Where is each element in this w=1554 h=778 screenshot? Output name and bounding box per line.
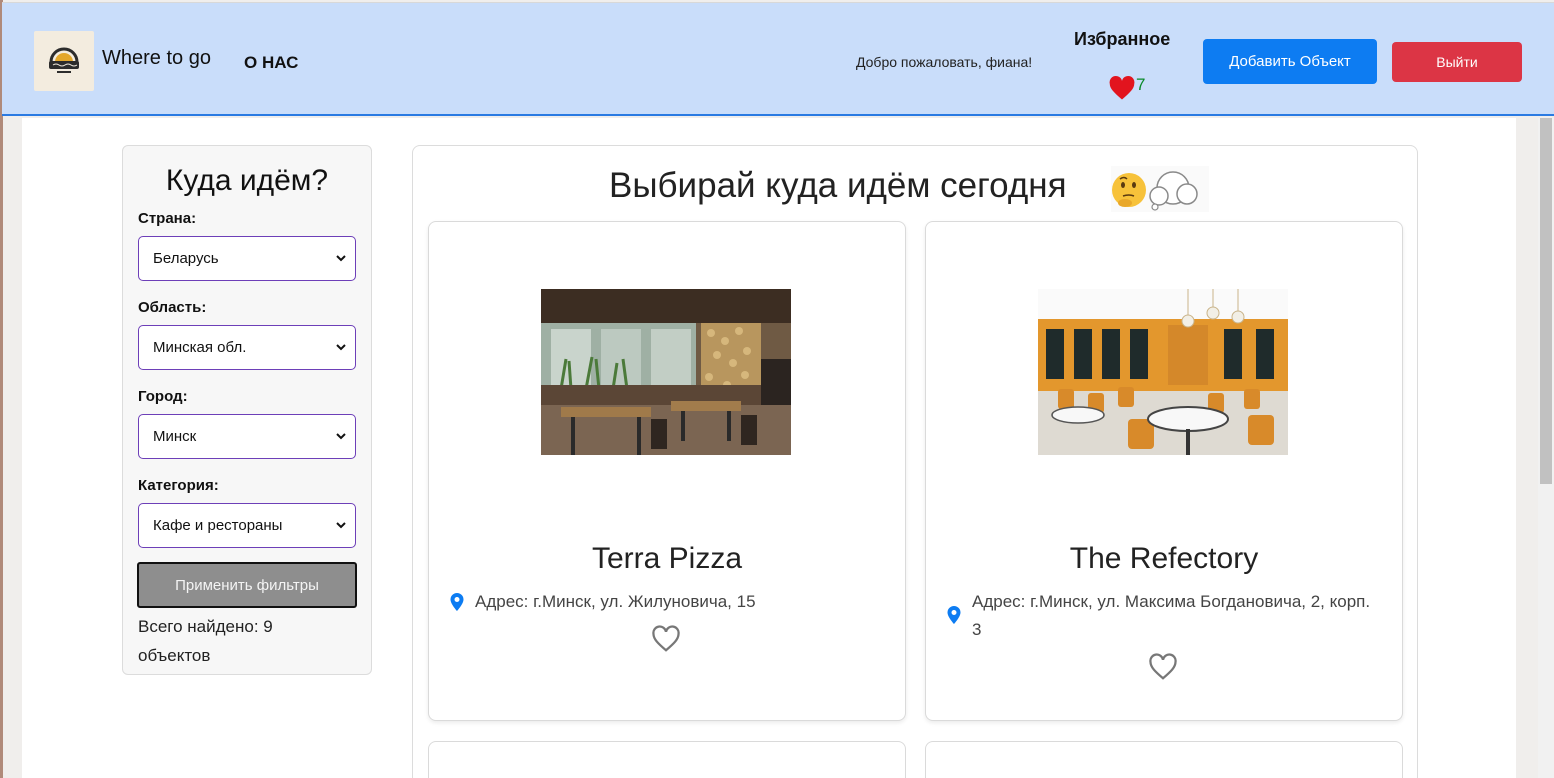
region-select-value: Минская обл.: [153, 339, 247, 356]
favorites-count: 7: [1136, 75, 1146, 94]
thought-bubble-icon: [1149, 171, 1198, 211]
restaurant-photo-image: [541, 289, 791, 455]
region-select[interactable]: Минская обл.: [138, 325, 356, 370]
place-name[interactable]: Terra Pizza: [429, 542, 905, 576]
place-photo[interactable]: [541, 289, 791, 455]
thinking-emoji: [1111, 166, 1209, 212]
filter-sidebar: Куда идём? Страна: Беларусь Область: Мин…: [122, 145, 372, 675]
chevron-down-icon: [336, 255, 346, 262]
heart-outline-icon[interactable]: [651, 625, 681, 653]
restaurant-photo-image: [1038, 289, 1288, 455]
place-address: Адрес: г.Минск, ул. Максима Богдановича,…: [972, 592, 1371, 639]
category-label: Категория:: [138, 477, 219, 494]
chevron-down-icon: [336, 344, 346, 351]
city-select-value: Минск: [153, 428, 197, 445]
location-pin-icon: [947, 606, 961, 624]
location-pin-icon: [450, 593, 464, 611]
logo-icon: [49, 47, 79, 73]
chevron-down-icon: [336, 433, 346, 440]
welcome-text: Добро пожаловать, фиана!: [856, 54, 1033, 70]
place-card[interactable]: The Refectory Адрес: г.Минск, ул. Максим…: [925, 221, 1403, 721]
window-edge: [0, 0, 3, 778]
filters-title: Куда идём?: [165, 164, 329, 197]
country-select[interactable]: Беларусь: [138, 236, 356, 281]
city-label: Город:: [138, 388, 188, 405]
place-card[interactable]: Terra Pizza Адрес: г.Минск, ул. Жилунови…: [428, 221, 906, 721]
heart-filled-icon[interactable]: [1108, 75, 1136, 103]
place-card[interactable]: [428, 741, 906, 778]
place-address: Адрес: г.Минск, ул. Жилуновича, 15: [475, 592, 756, 611]
add-object-button[interactable]: Добавить Объект: [1203, 39, 1377, 84]
heart-outline-icon[interactable]: [1148, 653, 1178, 681]
region-label: Область:: [138, 299, 207, 316]
top-navbar: Where to go О НАС Добро пожаловать, фиан…: [2, 2, 1554, 116]
country-select-value: Беларусь: [153, 250, 219, 267]
city-select[interactable]: Минск: [138, 414, 356, 459]
country-label: Страна:: [138, 210, 197, 227]
apply-filters-button[interactable]: Применить фильтры: [137, 562, 357, 608]
results-count: Всего найдено: 9 объектов: [138, 617, 273, 665]
category-select-value: Кафе и рестораны: [153, 517, 283, 534]
thinking-face-icon: [1112, 171, 1198, 211]
page-title: Выбирай куда идём сегодня: [609, 166, 1067, 205]
place-name[interactable]: The Refectory: [926, 542, 1402, 576]
nav-about-link[interactable]: О НАС: [244, 53, 298, 73]
place-card[interactable]: [925, 741, 1403, 778]
logout-button[interactable]: Выйти: [1392, 42, 1522, 82]
place-photo[interactable]: [1038, 289, 1288, 455]
scrollbar-thumb[interactable]: [1540, 118, 1552, 484]
favorites-link[interactable]: Избранное: [1074, 29, 1170, 50]
brand-name[interactable]: Where to go: [102, 47, 211, 70]
category-select[interactable]: Кафе и рестораны: [138, 503, 356, 548]
chevron-down-icon: [336, 522, 346, 529]
site-logo[interactable]: [34, 31, 94, 91]
